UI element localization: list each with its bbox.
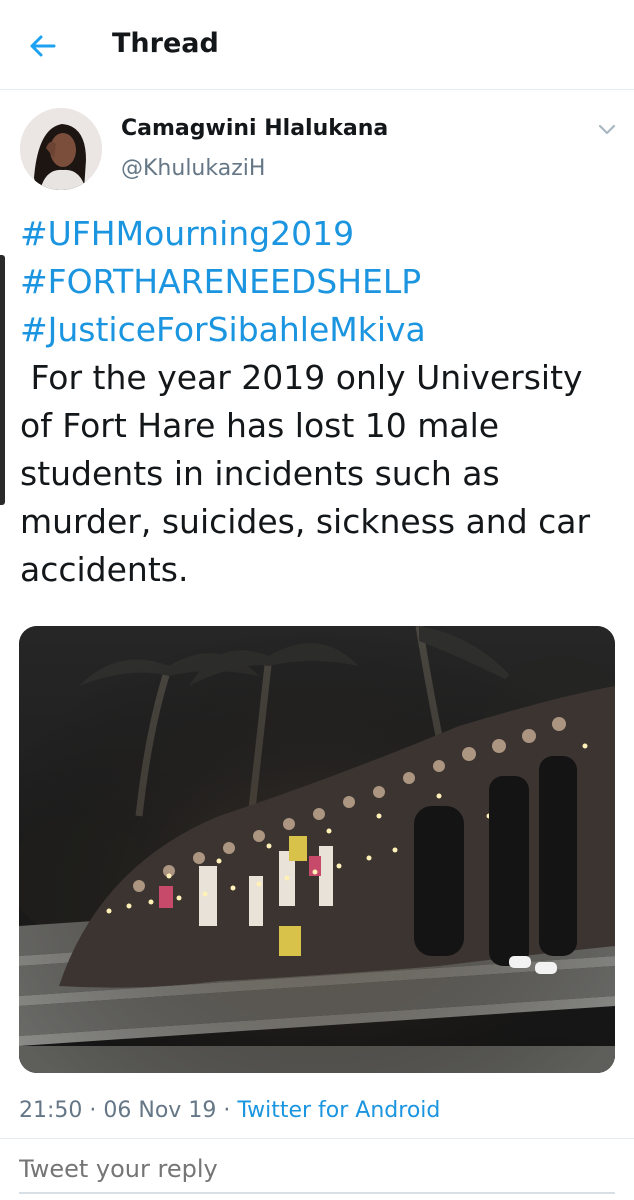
tweet-photo[interactable] [19, 626, 615, 1073]
author-name[interactable]: Camagwini Hlalukana [121, 116, 388, 141]
page-title: Thread [112, 28, 219, 59]
arrow-left-icon [30, 35, 56, 57]
avatar[interactable] [20, 108, 102, 190]
top-app-bar: Thread [0, 0, 634, 90]
reply-underline [19, 1192, 615, 1194]
tweet-body-line: of Fort Hare has lost 10 male [20, 406, 500, 445]
hashtag-link[interactable]: #FORTHARENEEDSHELP [20, 258, 620, 306]
separator-dot: · [223, 1098, 238, 1123]
tweet-source-link[interactable]: Twitter for Android [237, 1098, 440, 1123]
tweet-text: #UFHMourning2019 #FORTHARENEEDSHELP #Jus… [20, 210, 620, 594]
chevron-down-icon [598, 124, 616, 135]
tweet-body-line: students in incidents such as [20, 454, 500, 493]
hashtag-link[interactable]: #JusticeForSibahleMkiva [20, 306, 620, 354]
candlelight-vigil-photo [19, 626, 615, 1073]
tweet-date: 06 Nov 19 [103, 1098, 217, 1123]
hashtag-link[interactable]: #UFHMourning2019 [20, 210, 620, 258]
tweet-body-line: accidents. [20, 550, 189, 589]
author-handle[interactable]: @KhulukaziH [121, 156, 265, 181]
edge-swipe-handle[interactable] [0, 255, 5, 505]
avatar-photo [20, 108, 102, 190]
tweet-body-line: For the year 2019 only University [20, 358, 583, 397]
more-options-button[interactable] [592, 118, 622, 142]
back-button[interactable] [22, 26, 62, 66]
reply-composer [0, 1138, 634, 1200]
separator-dot: · [89, 1098, 104, 1123]
tweet-body-line: murder, suicides, sickness and car [20, 502, 591, 541]
tweet-time: 21:50 [19, 1098, 83, 1123]
reply-input[interactable] [19, 1149, 615, 1189]
tweet-meta: 21:50 · 06 Nov 19 · Twitter for Android [19, 1098, 440, 1123]
